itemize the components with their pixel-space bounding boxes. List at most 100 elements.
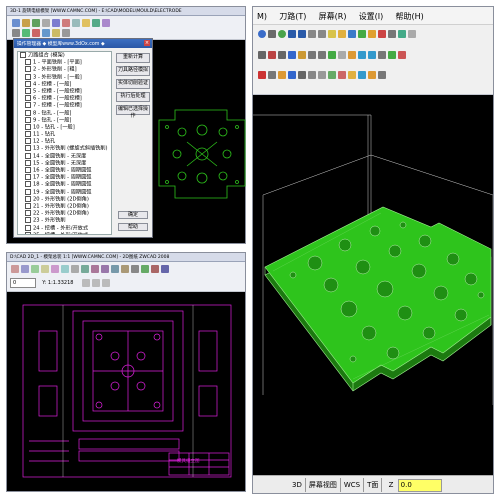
toolbar-icon[interactable]: [62, 29, 70, 37]
toolbar-icon[interactable]: [81, 279, 90, 287]
toolbar-icon[interactable]: [268, 30, 276, 38]
toolbar-icon[interactable]: [32, 29, 40, 37]
tree-item[interactable]: 6 - 挖槽 - [一般挖槽]: [25, 95, 111, 102]
toolbar-icon[interactable]: [358, 51, 366, 59]
toolbar-icon[interactable]: [298, 30, 306, 38]
close-icon[interactable]: [258, 71, 266, 79]
verify-button[interactable]: 实体切削验证: [116, 79, 150, 89]
refresh-icon[interactable]: [258, 30, 266, 38]
menu-item-settings[interactable]: 设置(I): [359, 11, 384, 22]
graphics-viewport[interactable]: [253, 95, 493, 475]
tree-item[interactable]: 2 - 外形铣削 - [粗]: [25, 66, 111, 73]
screen-view-toggle[interactable]: 屏幕视图: [306, 478, 341, 492]
toolbar-icon[interactable]: [11, 265, 19, 273]
toolbar-icon[interactable]: [141, 265, 149, 273]
toolbar-icon[interactable]: [92, 19, 100, 27]
toolbar-icon[interactable]: [308, 30, 316, 38]
menu-item-machine[interactable]: M): [257, 12, 267, 21]
help-button[interactable]: 帮助: [118, 223, 148, 231]
toolbar-icon[interactable]: [258, 51, 266, 59]
tree-item[interactable]: 20 - 外形铣削 (2D倒角): [25, 195, 111, 203]
toolbar-icon[interactable]: [388, 30, 396, 38]
tree-item[interactable]: 22 - 外形铣削 (2D倒角): [25, 210, 111, 217]
toolbar-icon[interactable]: [358, 71, 366, 79]
tree-item[interactable]: 9 - 钻孔 - [一般]: [25, 116, 111, 124]
toolbar-icon[interactable]: [91, 279, 100, 287]
toolbar-icon[interactable]: [278, 30, 286, 38]
toolbar-icon[interactable]: [278, 71, 286, 79]
tree-item[interactable]: 16 - 全圆铣削 - 周期圆弧: [25, 167, 111, 174]
toolbar-icon[interactable]: [408, 30, 416, 38]
toolbar-icon[interactable]: [308, 71, 316, 79]
tree-item[interactable]: 3 - 外形铣削 - [一般]: [25, 73, 111, 81]
toolbar-icon[interactable]: [81, 265, 89, 273]
tree-item[interactable]: 4 - 挖槽 - [一般]: [25, 80, 111, 88]
tree-item[interactable]: 25 - 挖槽 - 外形/开放式: [25, 231, 111, 234]
tree-item[interactable]: 19 - 全圆铣削 - 周期圆弧: [25, 188, 111, 196]
toolbar-icon[interactable]: [378, 71, 386, 79]
toolbar-icon[interactable]: [398, 51, 406, 59]
toolbar-icon[interactable]: [82, 19, 90, 27]
toolbar-icon[interactable]: [378, 30, 386, 38]
toolbar-icon[interactable]: [268, 71, 276, 79]
tree-item[interactable]: 11 - 钻孔: [25, 131, 111, 138]
toolbar-icon[interactable]: [42, 29, 50, 37]
post-process-button[interactable]: 执行后处理: [116, 92, 150, 102]
tree-item[interactable]: 1 - 平面铣削 - [平面]: [25, 59, 111, 66]
toolbar-icon[interactable]: [12, 19, 20, 27]
toolbar-icon[interactable]: [318, 51, 326, 59]
toolbar-icon[interactable]: [51, 265, 59, 273]
tree-item[interactable]: 14 - 全圆铣削 - 无深度: [25, 152, 111, 160]
tree-root[interactable]: 刀路组合 (模架): [20, 52, 111, 59]
toolbar-icon[interactable]: [62, 19, 70, 27]
toolbar-icon[interactable]: [52, 19, 60, 27]
toolbar-icon[interactable]: [91, 265, 99, 273]
toolbar-icon[interactable]: [131, 265, 139, 273]
z-depth-input[interactable]: 0.0: [397, 478, 442, 492]
toolbar-icon[interactable]: [348, 71, 356, 79]
toolbar-icon[interactable]: [52, 29, 60, 37]
mode-3d-toggle[interactable]: 3D: [289, 478, 306, 492]
toolbar-icon[interactable]: [31, 265, 39, 273]
menu-item-help[interactable]: 帮助(H): [396, 11, 424, 22]
toolbar-icon[interactable]: [298, 51, 306, 59]
toolbar-icon[interactable]: [161, 265, 169, 273]
tree-item[interactable]: 21 - 外形铣削 (2D倒角): [25, 202, 111, 210]
menu-item-toolpaths[interactable]: 刀路(T): [279, 11, 306, 22]
tree-item[interactable]: 8 - 钻孔 - [一般]: [25, 109, 111, 117]
toolbar-icon[interactable]: [368, 71, 376, 79]
toolbar-icon[interactable]: [32, 19, 40, 27]
toolbar-icon[interactable]: [278, 51, 286, 59]
toolbar-icon[interactable]: [298, 71, 306, 79]
ok-button[interactable]: 确定: [118, 211, 148, 219]
toolbar-icon[interactable]: [288, 30, 296, 38]
toolbar-icon[interactable]: [151, 265, 159, 273]
menu-item-screen[interactable]: 屏幕(R): [319, 11, 347, 22]
toolbar-icon[interactable]: [388, 51, 396, 59]
toolbar-icon[interactable]: [328, 30, 336, 38]
toolbar-icon[interactable]: [101, 279, 110, 287]
toolbar-icon[interactable]: [328, 71, 336, 79]
toolbar-icon[interactable]: [22, 19, 30, 27]
toolbar-icon[interactable]: [42, 19, 50, 27]
toolbar-icon[interactable]: [72, 19, 80, 27]
toolbar-icon[interactable]: [348, 51, 356, 59]
plane-toggle[interactable]: T面: [364, 478, 383, 492]
toolbar-icon[interactable]: [358, 30, 366, 38]
toolbar-icon[interactable]: [378, 51, 386, 59]
operations-tree[interactable]: 刀路组合 (模架) 1 - 平面铣削 - [平面] 2 - 外形铣削 - [粗] 3…: [17, 51, 112, 235]
tree-item[interactable]: 17 - 全圆铣削 - 周期圆弧: [25, 174, 111, 181]
tree-item[interactable]: 13 - 外形铣削 (螺旋式斜插铣削): [25, 145, 111, 152]
toolbar-icon[interactable]: [338, 71, 346, 79]
toolbar-icon[interactable]: [338, 51, 346, 59]
tree-item[interactable]: 23 - 外形铣削: [25, 217, 111, 224]
toolbar-icon[interactable]: [121, 265, 129, 273]
tree-item[interactable]: 5 - 挖槽 - [一般挖槽]: [25, 87, 111, 95]
toolbar-icon[interactable]: [328, 51, 336, 59]
toolbar-icon[interactable]: [318, 71, 326, 79]
tree-item[interactable]: 18 - 全圆铣削 - 周期圆弧: [25, 181, 111, 188]
tree-item[interactable]: 10 - 钻孔 - [一般]: [25, 123, 111, 131]
toolbar-icon[interactable]: [22, 29, 30, 37]
edit-selected-button[interactable]: 编辑已选择操作: [116, 105, 150, 119]
toolbar-icon[interactable]: [61, 265, 69, 273]
